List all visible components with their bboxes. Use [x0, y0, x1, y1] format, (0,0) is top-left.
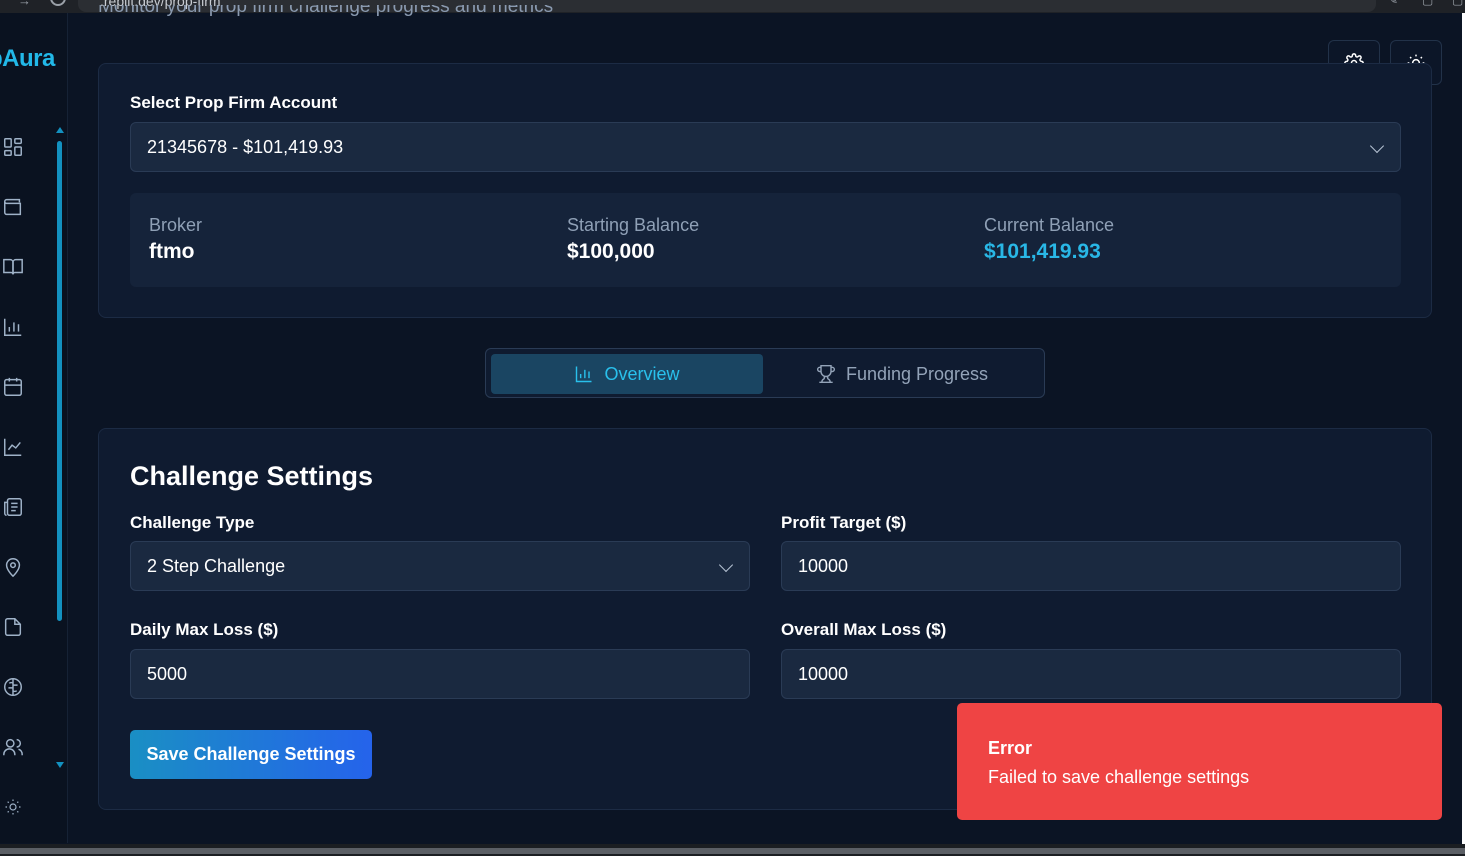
sun-icon[interactable]: [2, 796, 24, 818]
screen-share-icon[interactable]: ▢: [1422, 0, 1433, 7]
file-icon[interactable]: [2, 616, 24, 638]
calendar-icon[interactable]: [2, 376, 24, 398]
overall-max-loss-input[interactable]: 10000: [781, 649, 1401, 699]
account-select-value: 21345678 - $101,419.93: [147, 136, 344, 157]
users-icon[interactable]: [2, 736, 24, 758]
challenge-type-label: Challenge Type: [130, 513, 255, 532]
sidebar-scroll-down[interactable]: [56, 762, 64, 768]
starting-balance-value: $100,000: [567, 240, 655, 263]
sidebar-scrollbar[interactable]: [57, 141, 62, 621]
broker-value: ftmo: [149, 240, 195, 263]
brand-logo[interactable]: pAura: [0, 13, 68, 93]
edit-icon[interactable]: ✎: [1388, 0, 1398, 7]
line-chart-icon[interactable]: [2, 436, 24, 458]
chevron-down-icon: [1369, 138, 1385, 154]
starting-balance-label: Starting Balance: [567, 215, 700, 235]
challenge-type-select[interactable]: 2 Step Challenge: [130, 541, 750, 591]
bar-chart-icon: [576, 366, 592, 383]
account-select-label: Select Prop Firm Account: [130, 93, 338, 112]
broker-label: Broker: [149, 215, 203, 235]
sidebar: pAura: [0, 13, 68, 843]
horizontal-scrollbar[interactable]: [0, 844, 1465, 856]
page-subtitle: Monitor your prop firm challenge progres…: [98, 5, 554, 17]
tab-funding-progress[interactable]: Funding Progress: [766, 354, 1038, 394]
trophy-icon: [816, 364, 835, 384]
dashboard-icon[interactable]: [2, 136, 24, 158]
brain-icon[interactable]: [2, 676, 24, 698]
overall-max-loss-value: 10000: [798, 663, 849, 684]
toast-message: Failed to save challenge settings: [988, 767, 1250, 787]
current-balance-label: Current Balance: [984, 215, 1115, 235]
account-select[interactable]: 21345678 - $101,419.93: [130, 122, 1401, 172]
bar-chart-icon[interactable]: [2, 316, 24, 338]
tab-funding-progress-label: Funding Progress: [845, 363, 989, 384]
error-toast[interactable]: Error Failed to save challenge settings: [957, 703, 1442, 820]
profit-target-label: Profit Target ($): [781, 513, 907, 532]
challenge-settings-title: Challenge Settings: [130, 461, 374, 491]
daily-max-loss-input[interactable]: 5000: [130, 649, 750, 699]
challenge-type-value: 2 Step Challenge: [147, 555, 286, 576]
sidebar-scroll-up[interactable]: [56, 127, 64, 133]
brand-name: pAura: [0, 45, 55, 72]
map-pin-icon[interactable]: [2, 556, 24, 578]
view-tabs: Overview Funding Progress: [485, 348, 1045, 398]
reload-icon[interactable]: [50, 0, 66, 6]
daily-max-loss-label: Daily Max Loss ($): [130, 620, 279, 639]
profit-target-input[interactable]: 10000: [781, 541, 1401, 591]
profit-target-value: 10000: [798, 555, 849, 576]
overall-max-loss-label: Overall Max Loss ($): [781, 620, 947, 639]
horizontal-scrollbar-thumb[interactable]: [0, 848, 1465, 854]
forward-icon[interactable]: →: [18, 0, 31, 8]
tab-overview[interactable]: Overview: [491, 354, 763, 394]
newspaper-icon[interactable]: [2, 496, 24, 518]
current-balance-value: $101,419.93: [984, 240, 1101, 263]
toast-title: Error: [988, 738, 1033, 758]
save-challenge-settings-button[interactable]: Save Challenge Settings: [130, 730, 372, 779]
account-info-panel: Broker ftmo Starting Balance $100,000 Cu…: [130, 193, 1401, 287]
wallet-icon[interactable]: [2, 196, 24, 218]
book-icon[interactable]: [2, 256, 24, 278]
chevron-down-icon: [718, 557, 734, 573]
tab-overview-label: Overview: [604, 363, 680, 384]
daily-max-loss-value: 5000: [147, 663, 188, 684]
window-icon[interactable]: ▢: [1452, 0, 1463, 7]
